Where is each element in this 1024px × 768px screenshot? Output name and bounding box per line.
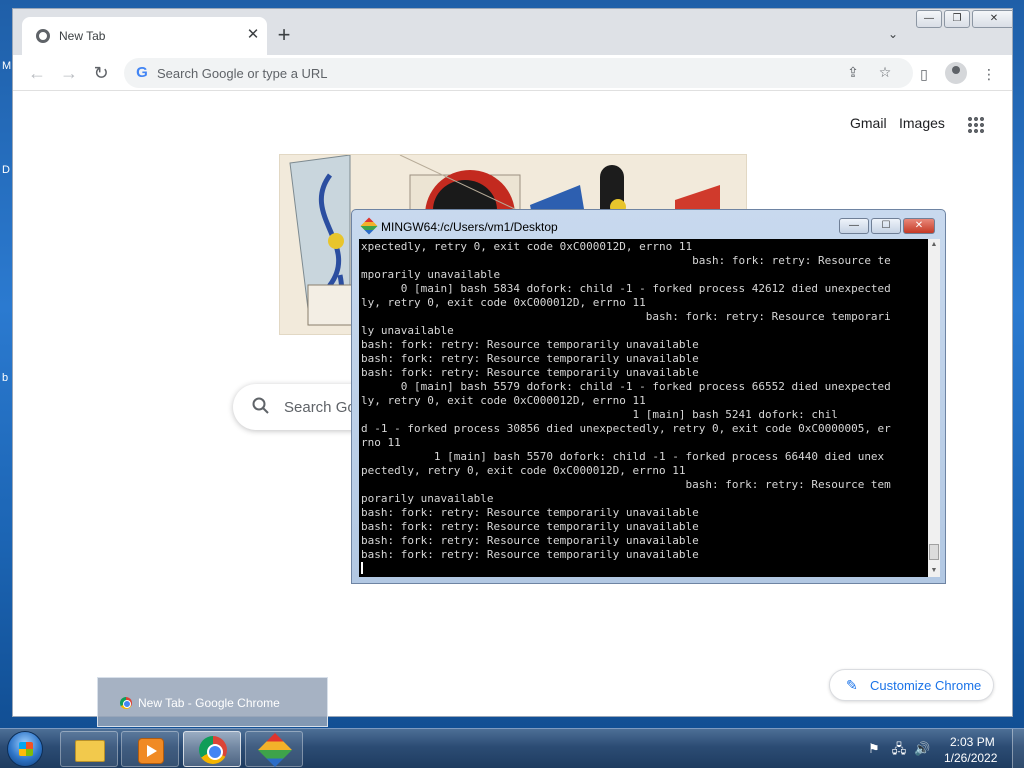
desktop-icon-label: b <box>2 372 9 384</box>
chrome-menu-icon[interactable]: ⋮ <box>979 64 999 84</box>
clock-date[interactable]: 1/26/2022 <box>944 751 997 765</box>
network-icon[interactable]: 🖧 <box>891 741 907 757</box>
terminal-line: 1 [main] bash 5241 dofork: chil <box>361 408 838 421</box>
terminal-line: bash: fork: retry: Resource temporarily … <box>361 548 699 561</box>
browser-toolbar: ← → ↻ G Search Google or type a URL ⇪ ☆ … <box>13 55 1012 91</box>
taskbar: ⚑ 🖧 🔊 2:03 PM 1/26/2022 <box>0 728 1024 768</box>
scroll-up-icon[interactable]: ▲ <box>928 239 940 251</box>
terminal-line: ly unavailable <box>361 324 454 337</box>
back-icon[interactable]: ← <box>25 61 49 85</box>
profile-avatar[interactable] <box>945 62 967 84</box>
clock-time[interactable]: 2:03 PM <box>950 735 995 749</box>
forward-icon[interactable]: → <box>57 61 81 85</box>
media-player-icon <box>138 738 164 764</box>
side-panel-icon[interactable]: ▯ <box>914 64 934 84</box>
chrome-favicon-icon <box>36 29 50 43</box>
action-center-flag-icon[interactable]: ⚑ <box>866 741 882 757</box>
chrome-icon <box>120 697 132 709</box>
tab-search-icon[interactable]: ⌄ <box>883 27 903 47</box>
terminal-output[interactable]: xpectedly, retry 0, exit code 0xC000012D… <box>359 239 928 577</box>
terminal-line: bash: fork: retry: Resource tem <box>361 478 891 491</box>
terminal-line: ly, retry 0, exit code 0xC000012D, errno… <box>361 394 646 407</box>
terminal-line: pectedly, retry 0, exit code 0xC000012D,… <box>361 464 686 477</box>
terminal-lines: xpectedly, retry 0, exit code 0xC000012D… <box>361 240 921 562</box>
terminal-window[interactable]: MINGW64:/c/Users/vm1/Desktop — ☐ ✕ xpect… <box>351 209 946 584</box>
new-tab-button[interactable]: + <box>272 24 296 48</box>
terminal-line: bash: fork: retry: Resource te <box>361 254 891 267</box>
taskbar-explorer[interactable] <box>60 731 118 767</box>
restore-button[interactable]: ❐ <box>944 10 970 28</box>
terminal-line: ly, retry 0, exit code 0xC000012D, errno… <box>361 296 646 309</box>
folder-icon <box>75 740 105 762</box>
scroll-down-icon[interactable]: ▼ <box>928 565 940 577</box>
terminal-line: porarily unavailable <box>361 492 494 505</box>
tab-new-tab[interactable]: New Tab ✕ <box>22 17 267 55</box>
google-apps-icon[interactable] <box>967 116 985 134</box>
terminal-close-button[interactable]: ✕ <box>903 218 935 234</box>
terminal-window-controls: — ☐ ✕ <box>839 218 937 234</box>
omnibox-placeholder: Search Google or type a URL <box>157 66 328 81</box>
git-bash-icon <box>360 217 378 235</box>
volume-icon[interactable]: 🔊 <box>914 741 930 757</box>
terminal-minimize-button[interactable]: — <box>839 218 869 234</box>
start-button[interactable] <box>7 731 43 767</box>
terminal-line: bash: fork: retry: Resource temporari <box>361 310 891 323</box>
terminal-maximize-button[interactable]: ☐ <box>871 218 901 234</box>
terminal-line: 1 [main] bash 5570 dofork: child -1 - fo… <box>361 450 885 463</box>
taskbar-media-player[interactable] <box>121 731 179 767</box>
terminal-line: bash: fork: retry: Resource temporarily … <box>361 366 699 379</box>
desktop-icon-label: D <box>2 164 10 176</box>
taskbar-preview[interactable]: New Tab - Google Chrome <box>97 677 328 727</box>
show-desktop-button[interactable] <box>1012 729 1024 768</box>
terminal-line: 0 [main] bash 5579 dofork: child -1 - fo… <box>361 380 891 393</box>
images-link[interactable]: Images <box>899 115 945 131</box>
tab-strip: New Tab ✕ + ⌄ — ❐ ✕ <box>13 9 1012 55</box>
terminal-title: MINGW64:/c/Users/vm1/Desktop <box>381 220 558 234</box>
terminal-line: 0 [main] bash 5834 dofork: child -1 - fo… <box>361 282 891 295</box>
tab-close-icon[interactable]: ✕ <box>243 25 263 45</box>
google-g-icon: G <box>136 64 148 81</box>
close-button[interactable]: ✕ <box>972 10 1012 28</box>
customize-chrome-button[interactable]: ✎ Customize Chrome <box>829 669 994 701</box>
terminal-line: bash: fork: retry: Resource temporarily … <box>361 534 699 547</box>
desktop-icon-label: M <box>2 60 12 72</box>
customize-chrome-label: Customize Chrome <box>870 678 982 693</box>
taskbar-preview-title: New Tab - Google Chrome <box>138 696 280 710</box>
search-icon <box>252 397 269 414</box>
terminal-line: bash: fork: retry: Resource temporarily … <box>361 338 699 351</box>
reload-icon[interactable]: ↻ <box>89 61 113 85</box>
git-bash-icon <box>258 733 292 767</box>
minimize-button[interactable]: — <box>916 10 942 28</box>
terminal-line: bash: fork: retry: Resource temporarily … <box>361 520 699 533</box>
terminal-line: bash: fork: retry: Resource temporarily … <box>361 352 699 365</box>
share-icon[interactable]: ⇪ <box>844 64 862 82</box>
omnibox[interactable]: G Search Google or type a URL ⇪ ☆ <box>124 58 913 88</box>
gmail-link[interactable]: Gmail <box>850 115 887 131</box>
terminal-line: mporarily unavailable <box>361 268 501 281</box>
taskbar-chrome[interactable] <box>183 731 241 767</box>
pencil-icon: ✎ <box>846 677 858 693</box>
window-controls: — ❐ ✕ <box>916 10 1012 28</box>
terminal-line: bash: fork: retry: Resource temporarily … <box>361 506 699 519</box>
tab-title: New Tab <box>59 29 106 43</box>
taskbar-git-bash[interactable] <box>245 731 303 767</box>
terminal-line: rno 11 <box>361 436 401 449</box>
scrollbar-thumb[interactable] <box>929 544 939 560</box>
bookmark-star-icon[interactable]: ☆ <box>876 64 894 82</box>
terminal-line: d -1 - forked process 30856 died unexpec… <box>361 422 891 435</box>
terminal-scrollbar[interactable]: ▲ ▼ <box>928 239 940 577</box>
chrome-icon <box>199 736 227 764</box>
terminal-line: xpectedly, retry 0, exit code 0xC000012D… <box>361 240 693 253</box>
terminal-cursor <box>361 562 363 574</box>
